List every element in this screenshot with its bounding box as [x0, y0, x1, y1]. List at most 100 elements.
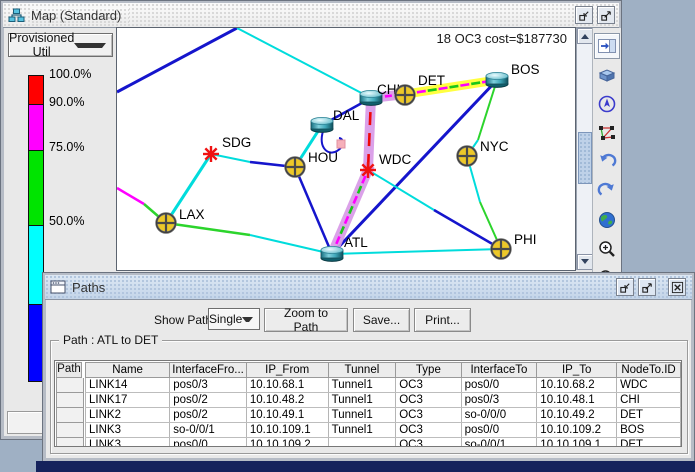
printer-3d-icon: [597, 65, 617, 85]
printer-3d-button[interactable]: [594, 62, 620, 88]
table-cell: 10.10.49.1: [246, 408, 328, 423]
map-vertical-scrollbar[interactable]: [576, 28, 593, 270]
table-cell: pos0/3: [170, 378, 247, 393]
legend-segment: [29, 304, 43, 381]
column-header[interactable]: Type: [396, 363, 461, 378]
map-link[interactable]: [250, 235, 332, 254]
map-node-label: PHI: [514, 232, 537, 247]
row-header-cell: [56, 393, 84, 408]
sitemap-icon: [8, 8, 25, 23]
map-link[interactable]: [295, 167, 332, 254]
column-header[interactable]: Name: [86, 363, 170, 378]
table-cell: 10.10.109.2: [537, 423, 617, 438]
legend-segment: [29, 225, 43, 304]
column-header[interactable]: InterfaceFro...: [170, 363, 247, 378]
map-node-unnamed[interactable]: [337, 140, 345, 148]
map-node-HOU[interactable]: [286, 158, 305, 177]
map-link[interactable]: [117, 28, 237, 92]
table-cell: 10.10.68.1: [246, 378, 328, 393]
column-header[interactable]: NodeTo.ID: [617, 363, 681, 378]
show-path-dropdown[interactable]: Single: [208, 308, 260, 330]
map-node-BOS[interactable]: [486, 72, 508, 87]
table-cell: OC3: [396, 423, 461, 438]
map-node-WDC[interactable]: [360, 162, 376, 178]
map-canvas[interactable]: SDGLAXHOUDALCHIDETWDCNYCBOSATLPHI 18 OC3…: [117, 28, 575, 270]
path-row-header-column: Path: [56, 362, 82, 447]
map-node-label: SDG: [222, 135, 251, 150]
table-row[interactable]: LINK3so-0/0/110.10.109.1Tunnel1OC3pos0/0…: [86, 423, 681, 438]
application-desktop: Map (Standard) Provisioned Util 100.0%90…: [0, 0, 695, 472]
print-button[interactable]: Print...: [414, 308, 471, 332]
table-cell: 10.10.48.2: [246, 393, 328, 408]
table-cell: pos0/0: [461, 423, 537, 438]
undo-icon: [597, 152, 617, 172]
map-node-ATL[interactable]: [321, 246, 343, 261]
table-cell: 10.10.49.2: [537, 408, 617, 423]
globe-icon: [597, 210, 617, 230]
table-cell: pos0/0: [170, 438, 247, 448]
scroll-down-button[interactable]: [577, 254, 593, 270]
save-button[interactable]: Save...: [353, 308, 410, 332]
legend-segment: [29, 150, 43, 225]
undo-button[interactable]: [594, 149, 620, 175]
column-header[interactable]: InterfaceTo: [461, 363, 537, 378]
table-cell: pos0/0: [461, 378, 537, 393]
table-row[interactable]: LINK17pos0/210.10.48.2Tunnel1OC3pos0/310…: [86, 393, 681, 408]
restore-button[interactable]: [575, 6, 593, 24]
map-link[interactable]: [237, 28, 371, 98]
restore-button[interactable]: [616, 278, 634, 296]
table-cell: BOS: [617, 423, 681, 438]
path-groupbox: Path : ATL to DET Path NameInterfaceFro.…: [50, 340, 688, 454]
table-row[interactable]: LINK2pos0/210.10.49.1Tunnel1OC3so-0/0/01…: [86, 408, 681, 423]
table-cell: LINK3: [86, 423, 170, 438]
table-cell: OC3: [396, 438, 461, 448]
map-link[interactable]: [166, 223, 250, 235]
globe-button[interactable]: [594, 207, 620, 233]
map-node-DET[interactable]: [396, 86, 415, 105]
show-path-label: Show Path:: [154, 313, 215, 327]
scroll-up-button[interactable]: [577, 28, 593, 44]
compass-button[interactable]: [594, 91, 620, 117]
maximize-button[interactable]: [597, 6, 615, 24]
paths-toolbar: Show Path: Single Zoom to Path Save... P…: [45, 302, 692, 334]
map-node-PHI[interactable]: [492, 240, 511, 259]
close-button[interactable]: [668, 278, 686, 296]
util-style-dropdown[interactable]: Provisioned Util: [8, 33, 113, 57]
map-link[interactable]: [434, 210, 501, 249]
table-cell: so-0/0/0: [461, 408, 537, 423]
cost-label: 18 OC3 cost=$187730: [437, 31, 567, 46]
table-cell: LINK2: [86, 408, 170, 423]
compass-icon: [597, 94, 617, 114]
panel-toggle-button[interactable]: [594, 33, 620, 59]
table-cell: 10.10.68.2: [537, 378, 617, 393]
path-table[interactable]: NameInterfaceFro...IP_FromTunnelTypeInte…: [85, 362, 681, 447]
table-cell: pos0/2: [170, 408, 247, 423]
map-node-NYC[interactable]: [458, 147, 477, 166]
column-header[interactable]: IP_From: [246, 363, 328, 378]
map-node-LAX[interactable]: [157, 214, 176, 233]
table-cell: so-0/0/1: [170, 423, 247, 438]
row-header-cell: [56, 408, 84, 423]
maximize-button[interactable]: [638, 278, 656, 296]
table-row[interactable]: LINK3pos0/010.10.109.2OC3so-0/0/110.10.1…: [86, 438, 681, 448]
scrollbar-thumb[interactable]: [578, 132, 592, 184]
table-cell: LINK3: [86, 438, 170, 448]
map-node-DAL[interactable]: [311, 117, 333, 132]
zoom-in-button[interactable]: [594, 236, 620, 262]
redo-button[interactable]: [594, 178, 620, 204]
zoom-to-path-button[interactable]: Zoom to Path: [264, 308, 348, 332]
map-node-label: BOS: [511, 62, 540, 77]
map-node-label: ATL: [344, 235, 368, 250]
column-header[interactable]: Tunnel: [328, 363, 396, 378]
row-header-title: Path: [56, 362, 82, 378]
map-node-SDG[interactable]: [203, 146, 219, 162]
column-header[interactable]: IP_To: [537, 363, 617, 378]
table-row[interactable]: LINK14pos0/310.10.68.1Tunnel1OC3pos0/010…: [86, 378, 681, 393]
map-link[interactable]: [117, 188, 144, 204]
row-header-cell: [56, 423, 84, 438]
table-cell: Tunnel1: [328, 393, 396, 408]
table-cell: Tunnel1: [328, 423, 396, 438]
map-window-titlebar[interactable]: Map (Standard): [3, 3, 619, 28]
topology-button[interactable]: [594, 120, 620, 146]
paths-window-titlebar[interactable]: Paths: [45, 275, 692, 300]
